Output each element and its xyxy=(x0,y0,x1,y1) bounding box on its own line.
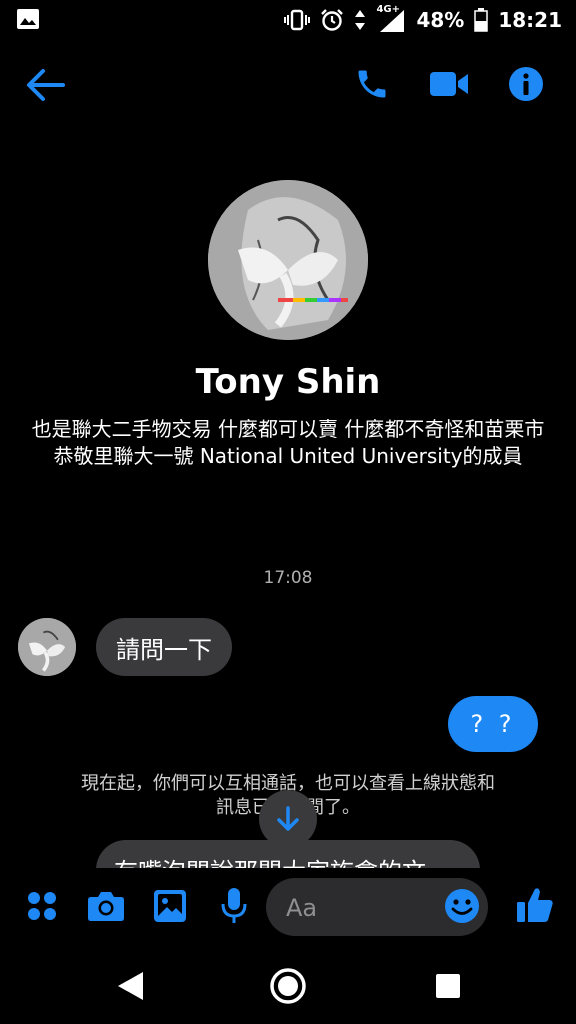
network-type-label: 4G+ xyxy=(376,4,400,15)
back-arrow-icon xyxy=(27,69,65,101)
phone-icon xyxy=(358,70,386,98)
alarm-icon xyxy=(321,9,344,31)
video-call-button[interactable] xyxy=(426,62,472,106)
system-nav-bar xyxy=(0,948,576,1024)
status-bar: 4G+ 48% 18:21 xyxy=(0,0,576,40)
voice-message-button[interactable] xyxy=(214,884,254,928)
smiley-icon xyxy=(445,889,479,923)
camera-icon xyxy=(88,892,124,921)
nav-recents-icon xyxy=(436,974,460,998)
incoming-message-bubble[interactable]: 請問一下 xyxy=(96,618,232,676)
thumbs-up-icon xyxy=(517,888,553,922)
camera-button[interactable] xyxy=(84,884,128,928)
status-right: 4G+ 48% 18:21 xyxy=(284,0,562,40)
incoming-message-text: 請問一下 xyxy=(116,635,212,664)
voice-call-button[interactable] xyxy=(350,62,394,106)
battery-icon xyxy=(474,8,489,32)
info-button[interactable] xyxy=(504,62,548,106)
nav-home-button[interactable] xyxy=(266,964,310,1008)
nav-home-icon xyxy=(270,968,306,1004)
nav-back-icon xyxy=(118,972,143,1000)
data-arrows-icon xyxy=(355,10,366,30)
message-input-placeholder: Aa xyxy=(286,894,318,922)
vibrate-icon xyxy=(284,9,311,31)
microphone-icon xyxy=(221,888,247,923)
signal-icon: 4G+ xyxy=(376,4,406,32)
video-camera-icon xyxy=(430,72,468,96)
outgoing-message-text: ? ? xyxy=(470,710,516,738)
four-dots-icon xyxy=(28,892,56,920)
gallery-button[interactable] xyxy=(150,884,190,928)
more-actions-button[interactable] xyxy=(22,886,62,926)
scroll-to-bottom-button[interactable] xyxy=(259,790,317,848)
battery-percent: 48% xyxy=(416,8,465,32)
sender-avatar-image xyxy=(18,618,76,676)
nav-back-button[interactable] xyxy=(110,966,150,1006)
back-button[interactable] xyxy=(22,62,68,108)
clock: 18:21 xyxy=(498,8,562,32)
emoji-button[interactable] xyxy=(440,884,484,928)
like-button[interactable] xyxy=(512,882,558,928)
image-icon xyxy=(154,890,186,922)
chat-header xyxy=(0,50,576,120)
message-timestamp: 17:08 xyxy=(263,568,313,588)
contact-bio: 也是聯大二手物交易 什麼都可以賣 什麼都不奇怪和苗栗市恭敬里聯大一號 Natio… xyxy=(31,417,545,468)
nav-recents-button[interactable] xyxy=(428,966,468,1006)
info-icon xyxy=(509,67,543,101)
gallery-notification-icon xyxy=(17,9,39,29)
avatar-image xyxy=(208,180,368,340)
contact-avatar[interactable] xyxy=(208,180,368,340)
sender-avatar[interactable] xyxy=(18,618,76,676)
outgoing-message-bubble[interactable]: ? ? xyxy=(448,696,538,752)
arrow-down-icon xyxy=(277,806,299,831)
contact-name: Tony Shin xyxy=(195,362,381,402)
